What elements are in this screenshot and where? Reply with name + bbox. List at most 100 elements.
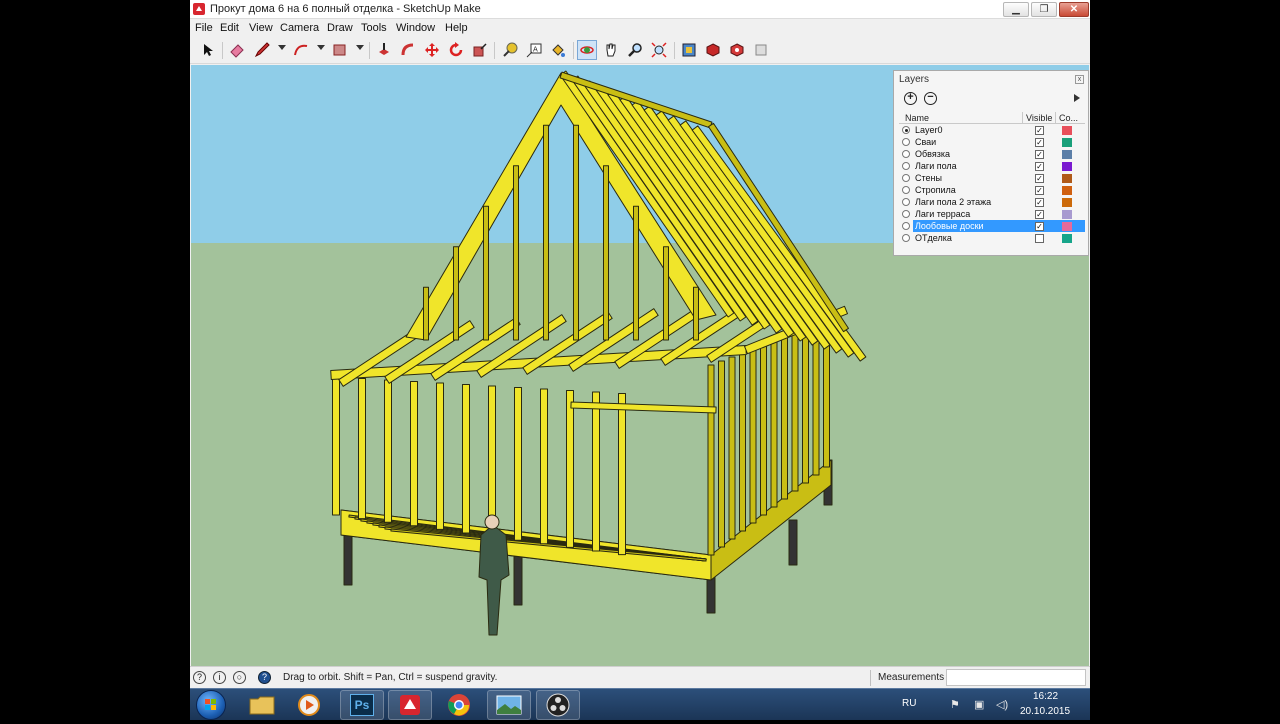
windows-start-button[interactable] <box>196 690 226 720</box>
extension-icon[interactable] <box>703 40 723 60</box>
zoom-icon[interactable] <box>625 40 645 60</box>
layer-visible-checkbox[interactable]: ✓ <box>1035 222 1044 231</box>
layer-name[interactable]: Лаги пола <box>913 160 1033 172</box>
components-icon[interactable] <box>727 40 747 60</box>
remove-layer-button[interactable]: − <box>924 92 937 105</box>
layer-row[interactable]: Стропила ✓ <box>899 184 1085 196</box>
layer-name[interactable]: Обвязка <box>913 148 1033 160</box>
push-pull-icon[interactable] <box>374 40 394 60</box>
menu-draw[interactable]: Draw <box>327 22 353 34</box>
layer-row[interactable]: Лообовые доски ✓ <box>899 220 1085 232</box>
column-color[interactable]: Co... <box>1059 113 1078 123</box>
layer-row[interactable]: Лаги пола 2 этажа ✓ <box>899 196 1085 208</box>
layer-color-swatch[interactable] <box>1062 138 1072 147</box>
network-icon[interactable]: ▣ <box>974 698 984 711</box>
layer-visible-checkbox[interactable]: ✓ <box>1035 126 1044 135</box>
pan-icon[interactable] <box>601 40 621 60</box>
layer-color-swatch[interactable] <box>1062 198 1072 207</box>
volume-icon[interactable]: ◁) <box>996 698 1008 711</box>
layer-visible-checkbox[interactable]: ✓ <box>1035 162 1044 171</box>
current-layer-radio[interactable] <box>902 162 910 170</box>
current-layer-radio[interactable] <box>902 150 910 158</box>
panel-close-icon[interactable]: x <box>1075 75 1084 84</box>
pencil-icon[interactable] <box>252 40 272 60</box>
language-indicator[interactable]: RU <box>902 698 916 709</box>
close-button[interactable]: ✕ <box>1059 2 1089 17</box>
layer-visible-checkbox[interactable]: ✓ <box>1035 186 1044 195</box>
layer-row[interactable]: Лаги терраса ✓ <box>899 208 1085 220</box>
layer-visible-checkbox[interactable]: ✓ <box>1035 210 1044 219</box>
add-layer-button[interactable]: + <box>904 92 917 105</box>
scale-icon[interactable] <box>470 40 490 60</box>
layer-visible-checkbox[interactable]: ✓ <box>1035 138 1044 147</box>
layer-name[interactable]: Layer0 <box>913 124 1033 136</box>
chrome-icon[interactable] <box>437 690 481 720</box>
layer-name[interactable]: Лаги пола 2 этажа <box>913 196 1033 208</box>
layer-name[interactable]: Стропила <box>913 184 1033 196</box>
layer-visible-checkbox[interactable]: ✓ <box>1035 150 1044 159</box>
menu-tools[interactable]: Tools <box>361 22 387 34</box>
flag-icon[interactable]: ⚑ <box>950 698 960 711</box>
layer-row[interactable]: ОТделка <box>899 232 1085 244</box>
layer-color-swatch[interactable] <box>1062 210 1072 219</box>
sketchup-taskbar-icon[interactable] <box>388 690 432 720</box>
follow-me-icon[interactable] <box>398 40 418 60</box>
layer-visible-checkbox[interactable]: ✓ <box>1035 174 1044 183</box>
media-player-icon[interactable] <box>287 690 331 720</box>
current-layer-radio[interactable] <box>902 234 910 242</box>
details-arrow-icon[interactable] <box>1072 93 1082 103</box>
rotate-icon[interactable] <box>446 40 466 60</box>
file-explorer-icon[interactable] <box>240 690 284 720</box>
paint-bucket-icon[interactable] <box>548 40 568 60</box>
current-layer-radio[interactable] <box>902 138 910 146</box>
layer-color-swatch[interactable] <box>1062 150 1072 159</box>
layer-color-swatch[interactable] <box>1062 162 1072 171</box>
text-icon[interactable]: A <box>524 40 544 60</box>
menu-window[interactable]: Window <box>396 22 435 34</box>
current-layer-radio[interactable] <box>902 210 910 218</box>
layer-color-swatch[interactable] <box>1062 174 1072 183</box>
layer-color-swatch[interactable] <box>1062 186 1072 195</box>
current-layer-radio[interactable] <box>902 186 910 194</box>
layer-name[interactable]: Стены <box>913 172 1033 184</box>
user-icon[interactable]: ○ <box>233 671 246 684</box>
current-layer-radio[interactable] <box>902 222 910 230</box>
layer-name[interactable]: Лообовые доски <box>913 220 1033 232</box>
layer-row[interactable]: Лаги пола ✓ <box>899 160 1085 172</box>
menu-help[interactable]: Help <box>445 22 468 34</box>
help-icon[interactable]: ? <box>258 671 271 684</box>
current-layer-radio[interactable] <box>902 126 910 134</box>
photoshop-icon[interactable]: Ps <box>340 690 384 720</box>
current-layer-radio[interactable] <box>902 198 910 206</box>
clock-date[interactable]: 20.10.2015 <box>1020 706 1070 717</box>
layer-row[interactable]: Стены ✓ <box>899 172 1085 184</box>
layer-name[interactable]: ОТделка <box>913 232 1033 244</box>
current-layer-radio[interactable] <box>902 174 910 182</box>
orbit-icon[interactable] <box>577 40 597 60</box>
credits-icon[interactable]: i <box>213 671 226 684</box>
layer-row[interactable]: Layer0 ✓ <box>899 124 1085 136</box>
layer-name[interactable]: Сваи <box>913 136 1033 148</box>
menu-view[interactable]: View <box>249 22 273 34</box>
geo-location-icon[interactable]: ? <box>193 671 206 684</box>
obs-icon[interactable] <box>536 690 580 720</box>
layer-visible-checkbox[interactable] <box>1035 234 1044 243</box>
layer-visible-checkbox[interactable]: ✓ <box>1035 198 1044 207</box>
layer-row[interactable]: Обвязка ✓ <box>899 148 1085 160</box>
menu-edit[interactable]: Edit <box>220 22 239 34</box>
pencil-dropdown-icon[interactable] <box>278 45 286 50</box>
maximize-button[interactable]: ❐ <box>1031 2 1057 17</box>
select-icon[interactable] <box>198 40 218 60</box>
layer-color-swatch[interactable] <box>1062 234 1072 243</box>
arc-dropdown-icon[interactable] <box>317 45 325 50</box>
arc-icon[interactable] <box>291 40 311 60</box>
layer-color-swatch[interactable] <box>1062 126 1072 135</box>
zoom-extents-icon[interactable] <box>649 40 669 60</box>
layer-name[interactable]: Лаги терраса <box>913 208 1033 220</box>
menu-camera[interactable]: Camera <box>280 22 319 34</box>
rectangle-icon[interactable] <box>330 40 350 60</box>
column-name[interactable]: Name <box>905 113 929 123</box>
move-icon[interactable] <box>422 40 442 60</box>
layout-icon[interactable] <box>751 40 771 60</box>
rectangle-dropdown-icon[interactable] <box>356 45 364 50</box>
